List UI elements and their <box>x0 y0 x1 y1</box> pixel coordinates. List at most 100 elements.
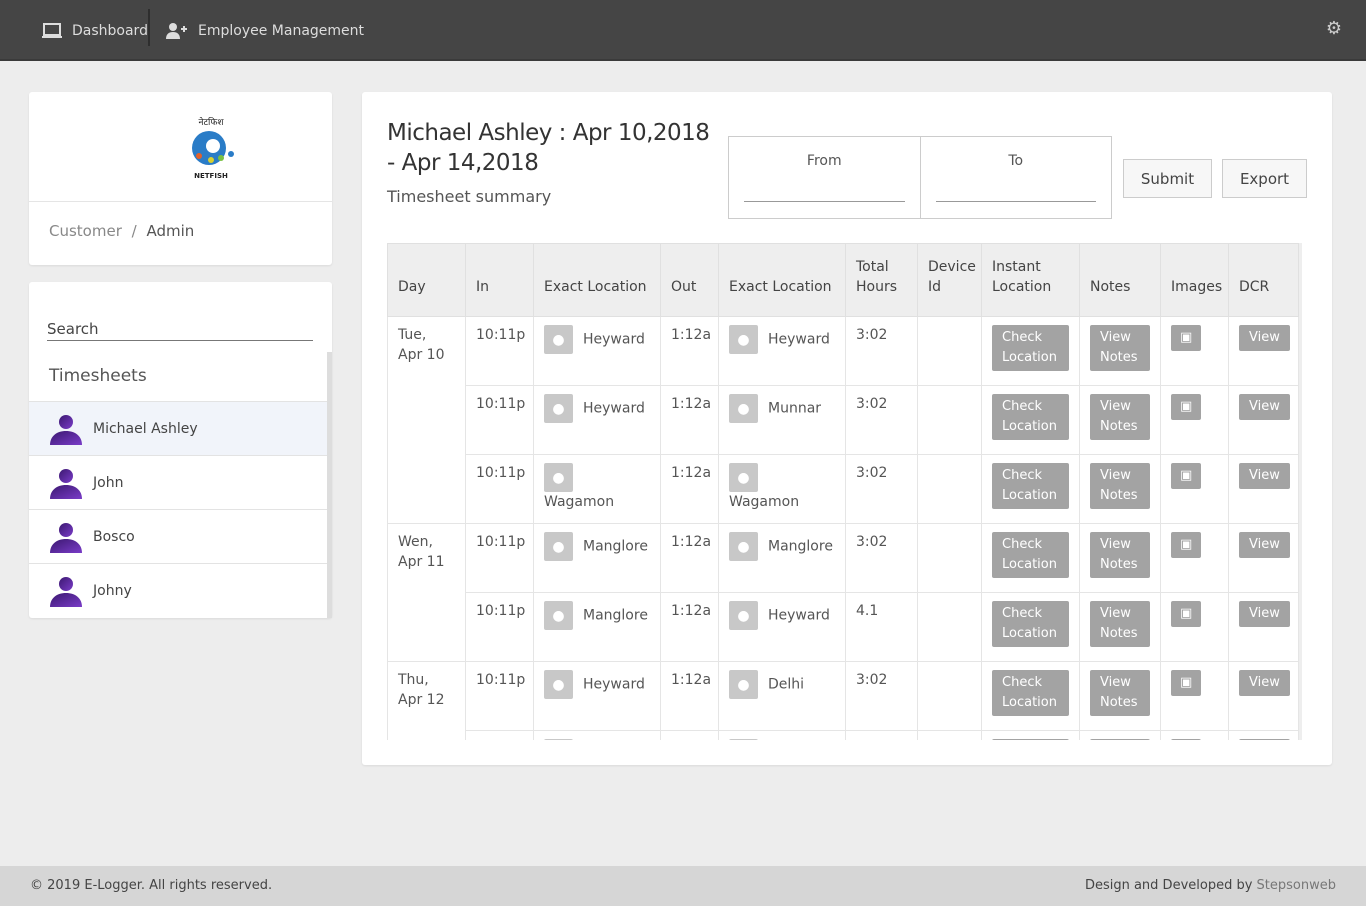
location-pin-icon[interactable]: ● <box>729 325 758 354</box>
export-button[interactable]: Export <box>1222 159 1307 198</box>
device-id <box>917 385 982 455</box>
out-location-name: Heyward <box>768 607 830 624</box>
check-location-button[interactable]: Check Location <box>992 532 1069 578</box>
out-time: 1:12a <box>660 385 719 455</box>
company-link[interactable]: Stepsonweb <box>1257 878 1336 893</box>
column-header: Day <box>387 243 466 317</box>
location-pin-icon[interactable]: ● <box>729 394 758 423</box>
view-notes-button[interactable]: View Notes <box>1090 394 1150 440</box>
user-item[interactable]: Bosco <box>29 509 327 563</box>
out-time <box>660 730 719 740</box>
search-input[interactable]: Search <box>47 320 313 341</box>
breadcrumb-customer[interactable]: Customer <box>49 222 122 240</box>
gear-icon[interactable]: ⚙ <box>1326 18 1342 39</box>
scrollbar[interactable] <box>327 352 332 618</box>
user-item[interactable]: Michael Ashley <box>29 401 327 455</box>
timesheets-heading: Timesheets <box>49 366 147 386</box>
column-header: Exact Location <box>718 243 846 317</box>
dcr-view-button[interactable]: View <box>1239 670 1290 696</box>
device-id <box>917 592 982 662</box>
dcr-cell: View <box>1228 592 1299 662</box>
dcr-cell: View <box>1228 730 1299 740</box>
location-pin-icon[interactable]: ● <box>544 325 573 354</box>
out-location-name: Manglore <box>768 538 833 555</box>
user-item[interactable]: John <box>29 455 327 509</box>
image-icon[interactable]: ▣ <box>1171 394 1202 420</box>
device-id <box>917 661 982 731</box>
check-location-button[interactable]: Check Location <box>992 394 1069 440</box>
dcr-cell: View <box>1228 523 1299 593</box>
in-location: ● Heyward <box>533 385 661 455</box>
day-cell: Thu, Apr 12 <box>387 661 466 740</box>
location-pin-icon[interactable]: ● <box>544 670 573 699</box>
check-location-button[interactable]: Check Location <box>992 670 1069 716</box>
out-location-name: Wagamon <box>729 494 800 510</box>
location-pin-icon[interactable]: ● <box>729 532 758 561</box>
out-location: ● Wagamon <box>718 454 846 524</box>
notes-cell: View Notes <box>1079 454 1161 524</box>
footer: © 2019 E-Logger. All rights reserved. De… <box>0 866 1366 906</box>
view-notes-button[interactable]: View Notes <box>1090 601 1150 647</box>
out-location: ● Manglore <box>718 523 846 593</box>
view-notes-button[interactable]: View Notes <box>1090 670 1150 716</box>
image-icon[interactable]: ▣ <box>1171 670 1202 696</box>
image-icon[interactable]: ▣ <box>1171 463 1202 489</box>
avatar-icon <box>50 576 82 607</box>
to-field[interactable]: To <box>919 137 1112 218</box>
dcr-view-button[interactable]: View <box>1239 601 1290 627</box>
images-cell: ▣ <box>1160 730 1229 740</box>
location-pin-icon[interactable]: ● <box>729 670 758 699</box>
images-cell: ▣ <box>1160 385 1229 455</box>
column-header: Total Hours <box>845 243 918 317</box>
in-location: ● Wagamon <box>533 454 661 524</box>
image-icon[interactable]: ▣ <box>1171 325 1202 351</box>
image-icon[interactable]: ▣ <box>1171 532 1202 558</box>
submit-button[interactable]: Submit <box>1123 159 1212 198</box>
check-location-button[interactable]: Check Location <box>992 325 1069 371</box>
dcr-cell: View <box>1228 316 1299 386</box>
nav-employee-management[interactable]: Employee Management <box>166 0 364 61</box>
dcr-view-button[interactable]: View <box>1239 532 1290 558</box>
out-location-name: Munnar <box>768 400 822 417</box>
in-location: ● Heyward <box>533 316 661 386</box>
dcr-view-button[interactable]: View <box>1239 463 1290 489</box>
location-pin-icon[interactable]: ● <box>729 739 758 740</box>
dcr-view-button[interactable]: View <box>1239 739 1290 740</box>
dcr-view-button[interactable]: View <box>1239 325 1290 351</box>
notes-cell: View Notes <box>1079 385 1161 455</box>
location-pin-icon[interactable]: ● <box>729 463 758 492</box>
location-pin-icon[interactable]: ● <box>544 463 573 492</box>
column-header: Instant Location <box>981 243 1080 317</box>
location-pin-icon[interactable]: ● <box>544 394 573 423</box>
dcr-view-button[interactable]: View <box>1239 394 1290 420</box>
out-location-name: Heyward <box>768 331 830 348</box>
instant-location-cell: Check Location <box>981 385 1080 455</box>
view-notes-button[interactable]: View Notes <box>1090 532 1150 578</box>
column-header: Out <box>660 243 719 317</box>
location-pin-icon[interactable]: ● <box>544 739 573 740</box>
location-pin-icon[interactable]: ● <box>544 532 573 561</box>
out-time: 1:12a <box>660 592 719 662</box>
check-location-button[interactable]: Check Location <box>992 601 1069 647</box>
nav-dashboard[interactable]: Dashboard <box>42 0 148 61</box>
check-location-button[interactable]: Check Location <box>992 463 1069 509</box>
total-hours: 3:02 <box>845 454 918 524</box>
image-icon[interactable]: ▣ <box>1171 739 1202 740</box>
view-notes-button[interactable]: View Notes <box>1090 325 1150 371</box>
view-notes-button[interactable]: View Notes <box>1090 739 1150 740</box>
user-item[interactable]: Johny <box>29 563 327 617</box>
location-pin-icon[interactable]: ● <box>544 601 573 630</box>
view-notes-button[interactable]: View Notes <box>1090 463 1150 509</box>
from-field[interactable]: From <box>729 137 920 218</box>
dcr-cell: View <box>1228 385 1299 455</box>
dcr-cell: View <box>1228 454 1299 524</box>
location-pin-icon[interactable]: ● <box>729 601 758 630</box>
notes-cell: View Notes <box>1079 730 1161 740</box>
user-name: Bosco <box>93 528 135 545</box>
user-name: Johny <box>93 582 132 599</box>
timesheet-table-wrapper[interactable]: Day In Exact Location Out Exact Location Tota… <box>387 243 1302 740</box>
image-icon[interactable]: ▣ <box>1171 601 1202 627</box>
check-location-button[interactable]: Check Location <box>992 739 1069 740</box>
in-time: 10:11p <box>465 661 534 731</box>
avatar-icon <box>50 414 82 445</box>
